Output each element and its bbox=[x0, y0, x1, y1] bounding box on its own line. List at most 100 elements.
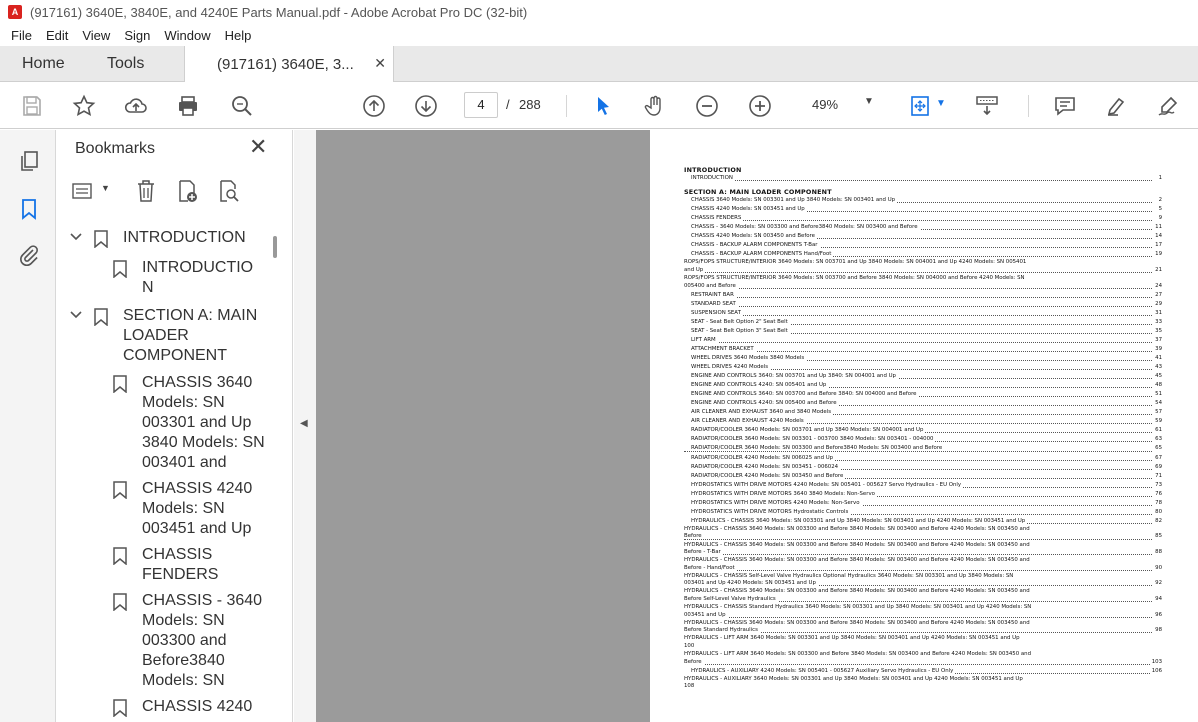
highlight-icon[interactable] bbox=[1104, 93, 1130, 119]
tab-close-icon[interactable]: ✕ bbox=[374, 55, 386, 72]
toc-entry[interactable]: HYDRAULICS - AUXILIARY 3640 Models: SN 0… bbox=[684, 676, 1162, 683]
zoom-out-icon[interactable] bbox=[694, 93, 720, 119]
toc-entry[interactable]: HYDRAULICS - CHASSIS 3640 Models: SN 003… bbox=[684, 620, 1162, 627]
bookmark-item[interactable]: CHASSIS - 3640 Models: SN 003300 and Bef… bbox=[57, 591, 279, 693]
bookmarks-icon[interactable] bbox=[16, 196, 42, 222]
toc-entry[interactable]: CHASSIS 4240 Models: SN 003450 and Befor… bbox=[684, 232, 1162, 242]
toc-entry-continuation[interactable]: Before 85 bbox=[684, 532, 1162, 542]
bookmark-item[interactable]: CHASSIS 4240 Models: SN 003451 and Up bbox=[57, 479, 279, 541]
scroll-mode-icon[interactable] bbox=[974, 93, 1000, 119]
toc-entry[interactable]: HYDROSTATICS WITH DRIVE MOTORS 4240 Mode… bbox=[684, 480, 1162, 490]
menu-help[interactable]: Help bbox=[218, 28, 259, 43]
toc-entry[interactable]: HYDRAULICS - CHASSIS Standard Hydraulics… bbox=[684, 604, 1162, 611]
document-viewport[interactable]: INTRODUCTION INTRODUCTION 1 SECTION A: M… bbox=[316, 130, 1198, 722]
toc-entry[interactable]: ENGINE AND CONTROLS 3640: SN 003700 and … bbox=[684, 390, 1162, 400]
menu-edit[interactable]: Edit bbox=[39, 28, 75, 43]
toc-entry[interactable]: WHEEL DRIVES 3640 Models 3840 Models 41 bbox=[684, 353, 1162, 364]
tab-home[interactable]: Home bbox=[22, 46, 65, 82]
find-bookmark-icon[interactable] bbox=[215, 178, 241, 204]
toc-entry[interactable]: RADIATOR/COOLER 4240 Models: SN 003451 -… bbox=[684, 462, 1162, 472]
toc-entry[interactable]: ATTACHMENT BRACKET 39 bbox=[684, 344, 1162, 354]
chevron-down-icon[interactable] bbox=[69, 308, 83, 322]
toc-entry[interactable]: RADIATOR/COOLER 4240 Models: SN 006025 a… bbox=[684, 453, 1162, 463]
toc-entry[interactable]: CHASSIS FENDERS 9 bbox=[684, 214, 1162, 224]
toc-entry[interactable]: CHASSIS - 3640 Models: SN 003300 and Bef… bbox=[684, 223, 1162, 233]
page-up-icon[interactable] bbox=[361, 93, 387, 119]
toc-entry-continuation[interactable]: and Up 21 bbox=[684, 265, 1162, 276]
toc-entry[interactable]: ENGINE AND CONTROLS 4240: SN 005401 and … bbox=[684, 381, 1162, 391]
toc-entry[interactable]: ENGINE AND CONTROLS 4240: SN 005400 and … bbox=[684, 399, 1162, 409]
tab-document[interactable]: (917161) 3640E, 3... ✕ bbox=[184, 46, 394, 83]
toc-entry-continuation[interactable]: 100 bbox=[684, 642, 1162, 651]
toc-entry[interactable]: CHASSIS 3640 Models: SN 003301 and Up 38… bbox=[684, 196, 1162, 206]
menu-sign[interactable]: Sign bbox=[117, 28, 157, 43]
toc-entry[interactable]: HYDRAULICS - CHASSIS 3640 Models: SN 003… bbox=[684, 557, 1162, 564]
options-menu-icon[interactable] bbox=[71, 178, 97, 204]
toc-entry[interactable]: LIFT ARM 37 bbox=[684, 335, 1162, 345]
toc-entry[interactable]: CHASSIS - BACKUP ALARM COMPONENTS T-Bar 1… bbox=[684, 241, 1162, 251]
search-icon[interactable] bbox=[229, 93, 255, 119]
save-icon[interactable] bbox=[19, 93, 45, 119]
comment-icon[interactable] bbox=[1052, 93, 1078, 119]
zoom-select[interactable]: 49% ▼ bbox=[800, 92, 884, 118]
bookmarks-scrollbar-thumb[interactable] bbox=[273, 236, 277, 258]
menu-view[interactable]: View bbox=[75, 28, 117, 43]
menu-file[interactable]: File bbox=[4, 28, 39, 43]
upload-icon[interactable] bbox=[123, 93, 149, 119]
toc-entry-continuation[interactable]: 003451 and Up 96 bbox=[684, 610, 1162, 620]
chevron-down-icon[interactable] bbox=[69, 230, 83, 244]
sign-icon[interactable] bbox=[1156, 93, 1182, 119]
bookmark-item[interactable]: CHASSIS 3640 Models: SN 003301 and Up 38… bbox=[57, 373, 279, 475]
new-bookmark-icon[interactable] bbox=[174, 178, 200, 204]
zoom-in-icon[interactable] bbox=[747, 93, 773, 119]
toc-entry[interactable]: ROPS/FOPS STRUCTURE/INTERIOR 3640 Models… bbox=[684, 259, 1162, 266]
bookmark-item[interactable]: INTRODUCTION bbox=[57, 228, 279, 252]
toc-entry[interactable]: INTRODUCTION 1 bbox=[684, 174, 1162, 184]
toc-entry[interactable]: SEAT - Seat Belt Option 2" Seat Belt 33 bbox=[684, 317, 1162, 327]
toc-entry[interactable]: STANDARD SEAT 29 bbox=[684, 299, 1162, 309]
toc-entry[interactable]: HYDRAULICS - LIFT ARM 3640 Models: SN 00… bbox=[684, 651, 1162, 658]
toc-entry-continuation[interactable]: Before Self-Level Valve Hydraulics 94 bbox=[684, 595, 1162, 605]
select-arrow-icon[interactable] bbox=[590, 93, 616, 119]
fit-page-icon[interactable] bbox=[907, 93, 933, 119]
toc-entry[interactable]: RESTRAINT BAR 27 bbox=[684, 290, 1162, 300]
collapse-arrow-icon[interactable]: ◀ bbox=[300, 418, 308, 429]
toc-entry-continuation[interactable]: 003401 and Up 4240 Models: SN 003451 and… bbox=[684, 579, 1162, 589]
bookmark-item[interactable]: INTRODUCTIO N bbox=[57, 258, 279, 302]
toc-entry[interactable]: HYDROSTATICS WITH DRIVE MOTORS Hydrostat… bbox=[684, 507, 1162, 517]
toc-entry[interactable]: HYDRAULICS - CHASSIS 3640 Models: SN 003… bbox=[684, 588, 1162, 595]
menu-window[interactable]: Window bbox=[157, 28, 217, 43]
toc-entry[interactable]: HYDRAULICS - AUXILIARY 4240 Models: SN 0… bbox=[684, 666, 1162, 676]
toc-entry-continuation[interactable]: Before 103 bbox=[684, 657, 1162, 667]
toc-entry[interactable]: CHASSIS 4240 Models: SN 003451 and Up 5 bbox=[684, 205, 1162, 215]
toc-entry[interactable]: HYDRAULICS - CHASSIS 3640 Models: SN 003… bbox=[684, 526, 1162, 533]
delete-bookmark-icon[interactable] bbox=[133, 178, 159, 204]
toc-entry[interactable]: ROPS/FOPS STRUCTURE/INTERIOR 3640 Models… bbox=[684, 275, 1162, 282]
toc-entry[interactable]: AIR CLEANER AND EXHAUST 4240 Models 59 bbox=[684, 417, 1162, 427]
close-icon[interactable]: ✕ bbox=[249, 136, 267, 158]
toc-entry[interactable]: WHEEL DRIVES 4240 Models 43 bbox=[684, 363, 1162, 373]
toc-entry[interactable]: HYDRAULICS - CHASSIS Self-Level Valve Hy… bbox=[684, 573, 1162, 580]
page-down-icon[interactable] bbox=[413, 93, 439, 119]
hand-icon[interactable] bbox=[642, 93, 668, 119]
attachments-icon[interactable] bbox=[16, 242, 42, 268]
toc-entry[interactable]: RADIATOR/COOLER 3640 Models: SN 003300 a… bbox=[684, 444, 1162, 454]
page-thumbnails-icon[interactable] bbox=[16, 148, 42, 174]
bookmark-item[interactable]: SECTION A: MAIN LOADER COMPONENT bbox=[57, 306, 279, 368]
toc-entry[interactable]: RADIATOR/COOLER 3640 Models: SN 003301 -… bbox=[684, 435, 1162, 445]
toc-entry[interactable]: HYDROSTATICS WITH DRIVE MOTORS 4240 Mode… bbox=[684, 498, 1162, 508]
fit-page-chevron-icon[interactable]: ▼ bbox=[936, 98, 946, 109]
toc-entry[interactable]: HYDROSTATICS WITH DRIVE MOTORS 3640 3840… bbox=[684, 489, 1162, 499]
print-icon[interactable] bbox=[175, 93, 201, 119]
bookmark-star-icon[interactable] bbox=[71, 93, 97, 119]
toc-entry[interactable]: HYDRAULICS - CHASSIS 3640 Models: SN 003… bbox=[684, 542, 1162, 549]
page-number-input[interactable]: 4 bbox=[464, 92, 498, 118]
toc-entry-continuation[interactable]: 005400 and Before 24 bbox=[684, 281, 1162, 291]
toc-entry[interactable]: RADIATOR/COOLER 3640 Models: SN 003701 a… bbox=[684, 426, 1162, 436]
toc-entry[interactable]: RADIATOR/COOLER 4240 Models: SN 003450 a… bbox=[684, 471, 1162, 481]
toc-entry-continuation[interactable]: Before - Hand/Foot 90 bbox=[684, 563, 1162, 573]
bookmark-item[interactable]: CHASSIS FENDERS bbox=[57, 545, 279, 587]
toc-entry[interactable]: AIR CLEANER AND EXHAUST 3640 and 3840 Mo… bbox=[684, 408, 1162, 418]
toc-entry[interactable]: HYDRAULICS - CHASSIS 3640 Models: SN 003… bbox=[684, 516, 1162, 526]
toc-entry[interactable]: CHASSIS - BACKUP ALARM COMPONENTS Hand/F… bbox=[684, 250, 1162, 260]
